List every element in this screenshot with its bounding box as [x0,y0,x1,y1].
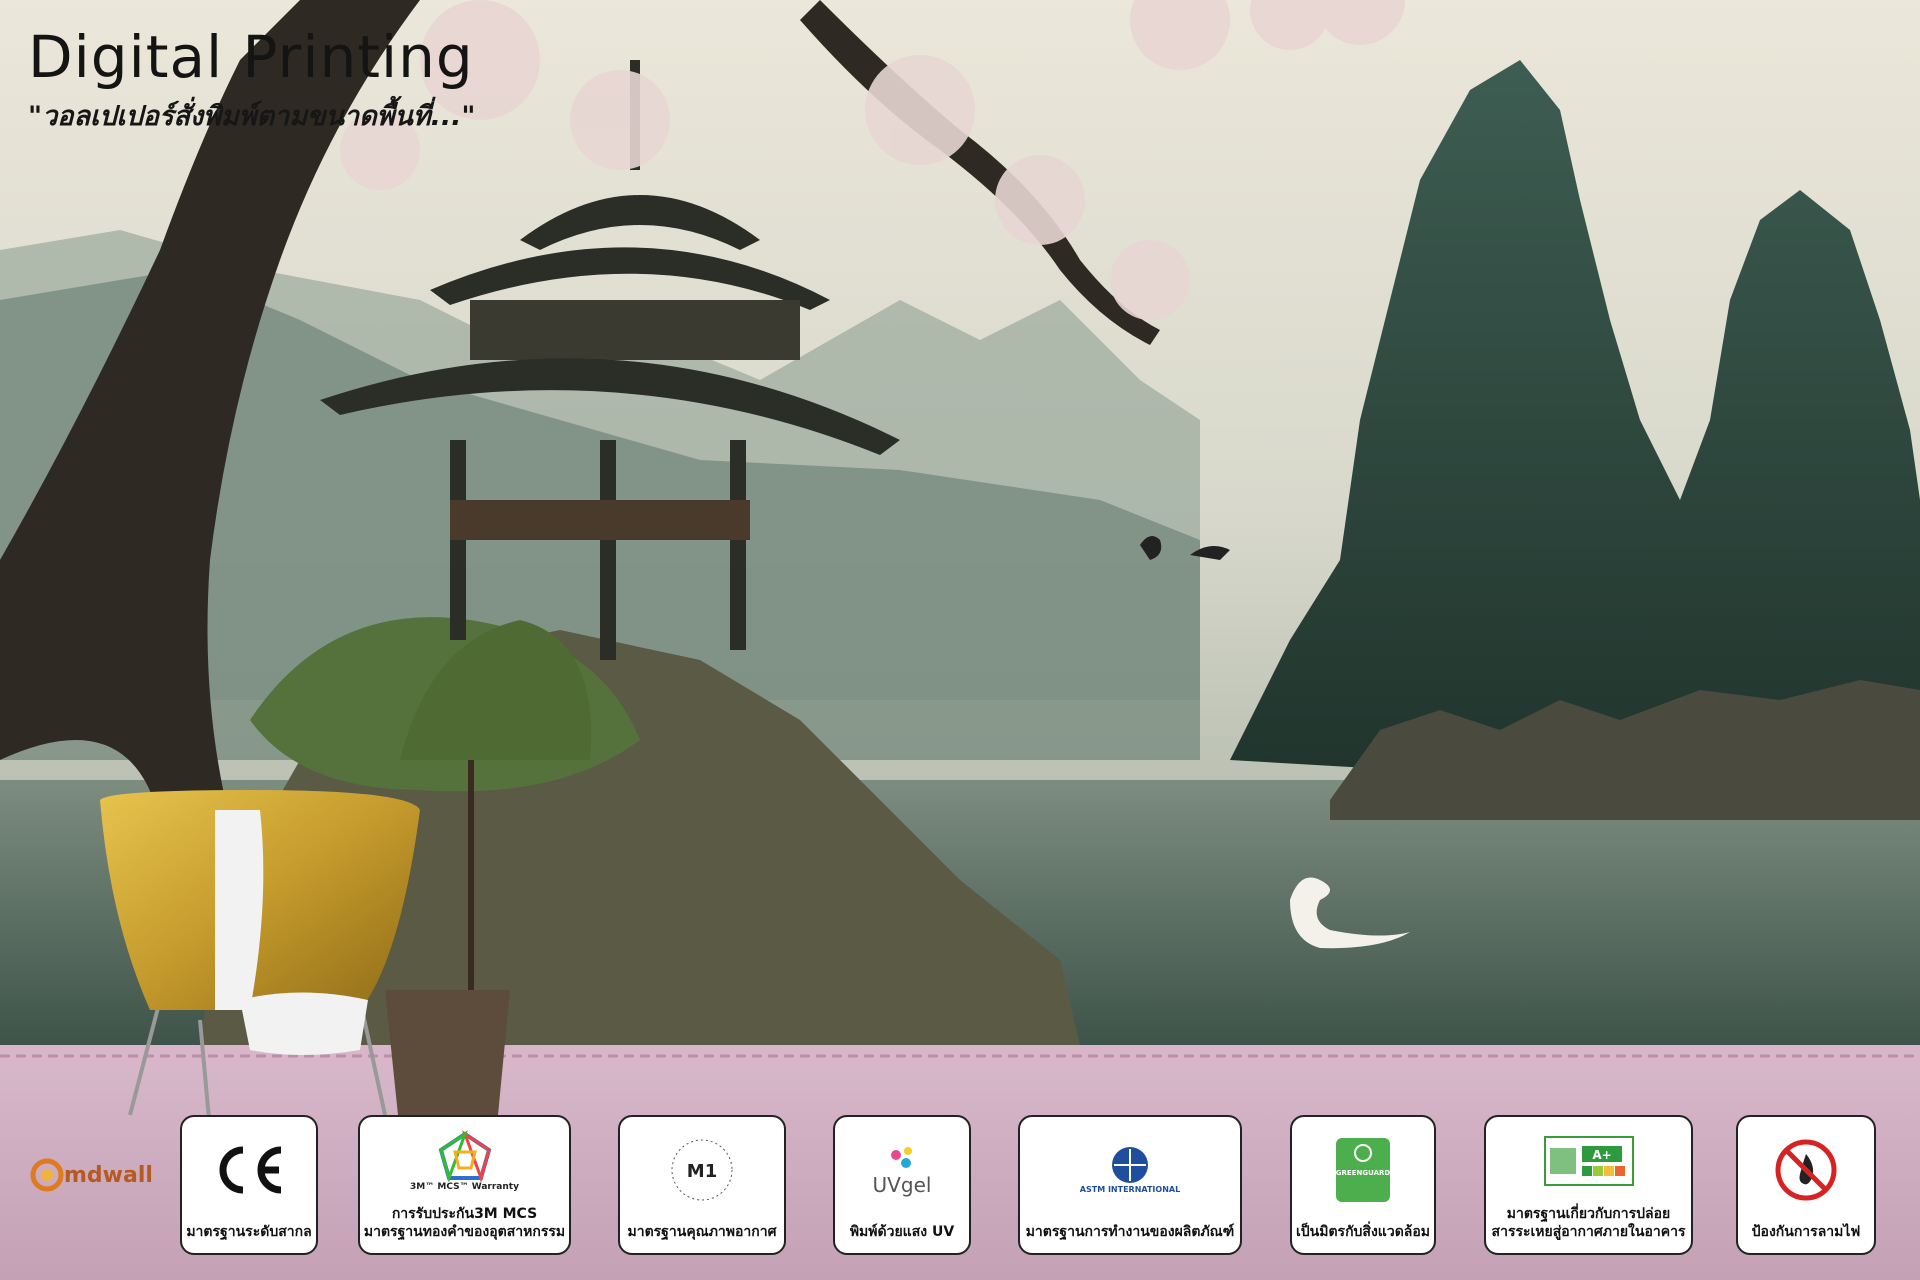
3m-mcs-icon: 3M™ MCS™ Warranty [360,1117,569,1205]
badge-emission-rating: A+ มาตรฐานเกี่ยวกับการปล่อย สารระเหยสู่อ… [1484,1115,1693,1255]
badge-label: มาตรฐานการทำงานของผลิตภัณฑ์ [1025,1223,1235,1240]
badge-label: การรับประกัน3M MCS มาตรฐานทองคำของอุตสาห… [360,1205,569,1253]
badge-label: มาตรฐานเกี่ยวกับการปล่อย สารระเหยสู่อากา… [1488,1205,1690,1253]
badge-astm: ASTM INTERNATIONAL มาตรฐานการทำงานของผลิ… [1018,1115,1242,1255]
badge-greenguard: GREENGUARD เป็นมิตรกับสิ่งแวดล้อม [1290,1115,1436,1255]
brand-name: mdwall [64,1162,153,1188]
badge-label-line1: การรับประกัน3M MCS [391,1205,538,1222]
m1-logo-text: M1 [687,1161,717,1182]
badge-label: พิมพ์ด้วยแสง UV [849,1223,955,1240]
uvgel-logo-text: UVgel [872,1172,932,1197]
badge-ce: มาตรฐานระดับสากล [180,1115,318,1255]
greenguard-logo-text: GREENGUARD [1336,1169,1391,1177]
wallpaper-scene: Digital Printing "วอลเปเปอร์สั่งพิมพ์ตาม… [0,0,1920,1280]
page-title: Digital Printing [28,23,474,91]
badge-3m-mcs: 3M™ MCS™ Warranty การรับประกัน3M MCS มาต… [358,1115,571,1255]
badge-uvgel: UVgel พิมพ์ด้วยแสง UV [833,1115,971,1255]
badge-m1: M1 มาตรฐานคุณภาพอากาศ [618,1115,786,1255]
badge-label-line2: มาตรฐานทองคำของอุตสาหกรรม [363,1223,566,1240]
page-subtitle: "วอลเปเปอร์สั่งพิมพ์ตามขนาดพื้นที่..." [28,101,476,132]
header: Digital Printing "วอลเปเปอร์สั่งพิมพ์ตาม… [28,28,476,137]
badge-label: ป้องกันการลามไฟ [1751,1223,1861,1240]
mdwall-logo-icon [30,1158,64,1192]
brand-logo: mdwall [30,1158,153,1192]
badge-label: มาตรฐานระดับสากล [186,1223,312,1240]
astm-icon: ASTM INTERNATIONAL [1020,1117,1240,1223]
landscape-mural [0,0,1920,1280]
astm-logo-text: ASTM INTERNATIONAL [1079,1185,1181,1195]
3m-mcs-logo-text: 3M™ MCS™ Warranty [410,1181,519,1192]
badge-label-line1: มาตรฐานเกี่ยวกับการปล่อย [1506,1205,1671,1222]
badge-label: เป็นมิตรกับสิ่งแวดล้อม [1295,1223,1431,1240]
m1-emission-icon: M1 [620,1117,784,1223]
no-fire-icon [1738,1117,1874,1223]
badge-label-line2: สารระเหยสู่อากาศภายในอาคาร [1491,1223,1686,1240]
greenguard-icon: GREENGUARD [1292,1117,1434,1223]
emission-logo-text: A+ [1592,1148,1611,1162]
badge-label: มาตรฐานคุณภาพอากาศ [627,1223,777,1240]
ce-mark-icon [182,1117,316,1223]
emission-rating-icon: A+ [1486,1117,1691,1205]
badge-no-fire: ป้องกันการลามไฟ [1736,1115,1876,1255]
uvgel-icon: UVgel [835,1117,969,1223]
